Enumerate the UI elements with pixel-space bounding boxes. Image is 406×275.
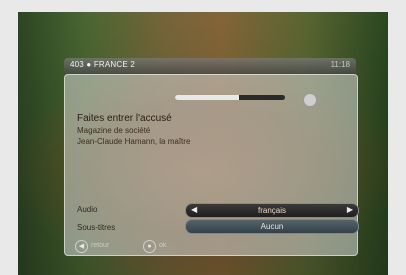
clock: 11:18 bbox=[330, 60, 350, 69]
program-info-panel: Faites entrer l'accusé Magazine de socié… bbox=[64, 74, 359, 256]
info-icon[interactable] bbox=[303, 93, 317, 107]
back-label: retour bbox=[91, 242, 110, 249]
ok-label: ok bbox=[159, 242, 167, 249]
progress-bar-fill bbox=[175, 95, 239, 100]
back-icon[interactable]: ◀ bbox=[75, 240, 88, 253]
chevron-right-icon[interactable]: ▶ bbox=[347, 205, 353, 214]
top-bar: 403 ● FRANCE 2 11:18 bbox=[64, 58, 356, 74]
progress-bar bbox=[175, 95, 285, 100]
subtitles-label: Sous-titres bbox=[77, 223, 116, 232]
program-cast: Jean-Claude Hamann, la maître bbox=[77, 137, 191, 146]
footer-bar: ◀ retour ● ok bbox=[65, 237, 357, 255]
program-title: Faites entrer l'accusé bbox=[77, 113, 172, 124]
subtitles-selector[interactable]: Aucun bbox=[185, 219, 359, 234]
channel-label: 403 ● FRANCE 2 bbox=[70, 60, 135, 69]
chevron-left-icon[interactable]: ◀ bbox=[191, 205, 197, 214]
ok-icon[interactable]: ● bbox=[143, 240, 156, 253]
program-subtitle: Magazine de société bbox=[77, 126, 151, 135]
audio-label: Audio bbox=[77, 205, 98, 214]
tv-screen: 403 ● FRANCE 2 11:18 Faites entrer l'acc… bbox=[18, 12, 388, 275]
audio-selector[interactable]: ◀ français ▶ bbox=[185, 203, 359, 218]
subtitles-value: Aucun bbox=[260, 222, 284, 231]
audio-value: français bbox=[257, 206, 286, 215]
